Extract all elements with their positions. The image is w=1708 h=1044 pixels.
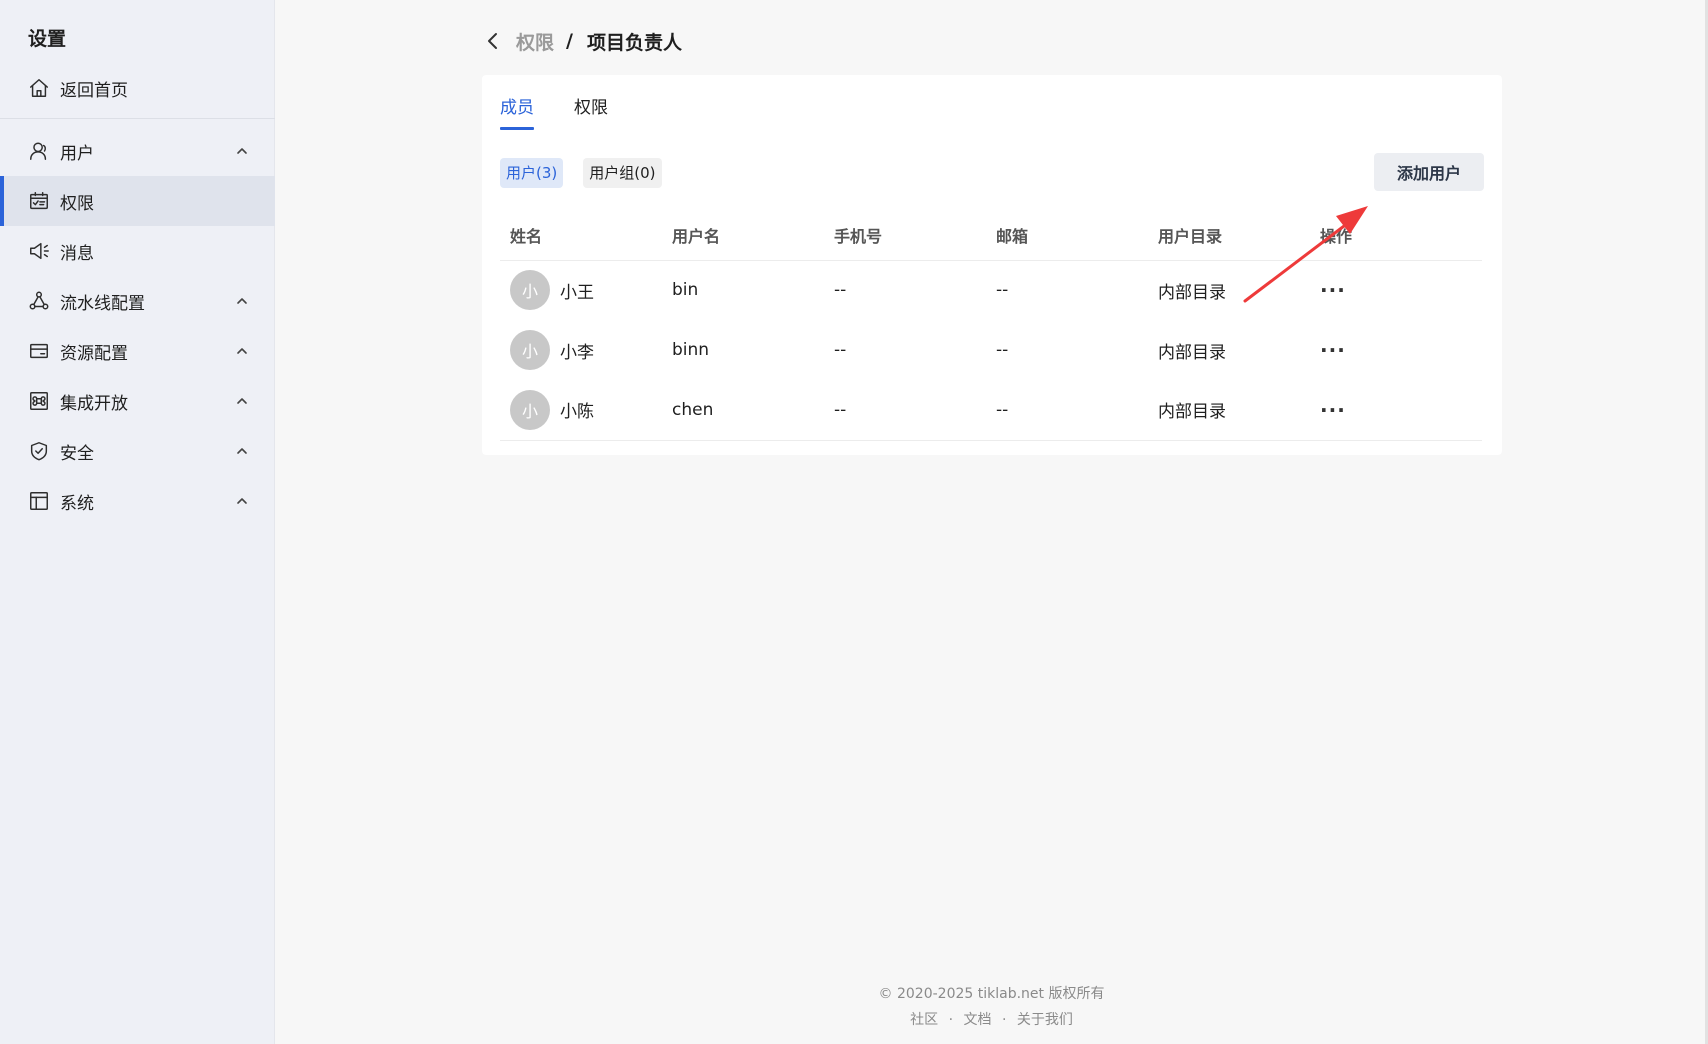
sidebar-item-label: 集成开放 [60,393,128,414]
chevron-up-icon[interactable] [235,443,249,457]
tab-bar: 成员 权限 [500,93,648,130]
avatar: 小 [510,389,550,430]
sidebar-item-label: 资源配置 [60,343,128,364]
breadcrumb-parent[interactable]: 权限 [516,28,554,55]
sidebar-item-message[interactable]: 消息 [0,226,275,276]
sidebar-item-label: 消息 [60,243,94,264]
page-title: 项目负责人 [586,31,682,54]
column-header-username: 用户名 [662,210,824,261]
sidebar-item-system[interactable]: 系统 [0,476,275,526]
megaphone-icon [28,240,50,262]
avatar: 小 [510,330,550,370]
table-row: 小 小陈 chen -- -- 内部目录 ··· [500,380,1482,441]
cell-directory: 内部目录 [1148,380,1310,441]
permission-icon [28,190,50,212]
footer: © 2020-2025 tiklab.net 版权所有 社区 · 文档 · 关于… [275,983,1708,1029]
cell-name: 小 小陈 [500,380,662,441]
sidebar-item-pipeline[interactable]: 流水线配置 [0,276,275,326]
sidebar-item-resource[interactable]: 资源配置 [0,326,275,376]
more-actions-icon[interactable]: ··· [1320,338,1346,362]
filter-users[interactable]: 用户(3) [500,158,564,188]
sidebar-title: 设置 [28,28,67,50]
breadcrumb-separator: / [566,30,573,52]
cell-username: binn [672,340,710,360]
cell-actions: ··· [1310,320,1482,380]
footer-link-about[interactable]: 关于我们 [1017,1012,1073,1028]
filter-user-groups[interactable]: 用户组(0) [583,158,662,188]
pipeline-icon [28,290,50,312]
shield-icon [28,440,50,462]
sidebar-item-security[interactable]: 安全 [0,426,275,476]
chevron-up-icon[interactable] [235,293,249,307]
command-icon [28,390,50,412]
cell-email: -- [986,380,1148,441]
cell-directory: 内部目录 [1158,282,1226,303]
table-row: 小 小王 bin -- -- 内部目录 ··· [500,260,1482,320]
member-name: 小李 [560,342,594,363]
chevron-up-icon[interactable] [235,393,249,407]
column-header-email: 邮箱 [986,210,1148,261]
more-actions-icon[interactable]: ··· [1320,398,1346,422]
copyright-text: © 2020-2025 tiklab.net 版权所有 [878,986,1105,1002]
sidebar-item-label: 系统 [60,493,94,514]
footer-links: 社区 · 文档 · 关于我们 [275,1009,1708,1029]
chevron-up-icon[interactable] [235,343,249,357]
sidebar-item-permission[interactable]: 权限 [0,176,275,226]
cell-actions: ··· [1310,260,1482,320]
member-type-filter: 用户(3) 用户组(0) [500,158,682,188]
add-user-button[interactable]: 添加用户 [1374,153,1484,191]
sidebar-home-link[interactable]: 返回首页 [0,66,275,110]
sidebar-menu: 用户 权限 消息 流水线配置 资源配置 集成开放 安全 系统 [0,126,275,526]
avatar: 小 [510,270,550,311]
home-icon [28,77,50,99]
sidebar-divider [0,118,275,119]
cell-name: 小 小王 [500,260,662,320]
sidebar-home-label: 返回首页 [60,80,128,101]
sidebar-item-label: 用户 [60,143,94,164]
footer-link-docs[interactable]: 文档 [964,1012,992,1028]
members-table: 姓名 用户名 手机号 邮箱 用户目录 操作 小 小王 bin -- -- 内部目… [500,210,1482,441]
footer-separator: · [948,1012,954,1028]
breadcrumb: 权限 / 项目负责人 [482,26,682,56]
cell-directory: 内部目录 [1158,342,1226,363]
tab-members[interactable]: 成员 [500,93,534,130]
cell-phone: -- [834,280,847,301]
column-header-phone: 手机号 [824,210,986,261]
cell-email: -- [996,340,1009,360]
cell-phone: -- [824,380,986,441]
column-header-directory: 用户目录 [1148,210,1310,261]
back-arrow-icon[interactable] [482,30,504,52]
table-row: 小 小李 binn -- -- 内部目录 ··· [500,320,1482,380]
chevron-up-icon[interactable] [235,493,249,507]
cell-phone: -- [834,340,847,360]
column-header-actions: 操作 [1310,210,1482,261]
sidebar-item-integration[interactable]: 集成开放 [0,376,275,426]
sidebar-item-user[interactable]: 用户 [0,126,275,176]
cell-username: chen [662,380,824,441]
cell-email: -- [996,280,1009,301]
member-name: 小王 [560,282,594,303]
sidebar-item-label: 流水线配置 [60,293,145,314]
cell-actions: ··· [1310,380,1482,441]
cell-name: 小 小李 [500,320,662,380]
members-card: 成员 权限 用户(3) 用户组(0) 添加用户 姓名 用户名 手机号 邮箱 用户… [482,75,1502,455]
app-root: 设置 返回首页 用户 权限 消息 流水线配置 资源配置 集成开放 安全 系统 权… [0,0,1708,1044]
tab-permissions[interactable]: 权限 [574,93,608,130]
sidebar: 设置 返回首页 用户 权限 消息 流水线配置 资源配置 集成开放 安全 系统 [0,0,275,1044]
chevron-up-icon[interactable] [235,143,249,157]
layout-icon [28,490,50,512]
footer-separator: · [1001,1012,1007,1028]
more-actions-icon[interactable]: ··· [1320,278,1346,302]
cell-username: bin [672,280,699,301]
sidebar-item-label: 权限 [60,193,94,214]
user-icon [28,140,50,162]
card-icon [28,340,50,362]
member-name: 小陈 [560,402,594,423]
sidebar-item-label: 安全 [60,443,94,464]
footer-link-community[interactable]: 社区 [910,1012,938,1028]
column-header-name: 姓名 [500,210,662,261]
table-header-row: 姓名 用户名 手机号 邮箱 用户目录 操作 [500,210,1482,261]
